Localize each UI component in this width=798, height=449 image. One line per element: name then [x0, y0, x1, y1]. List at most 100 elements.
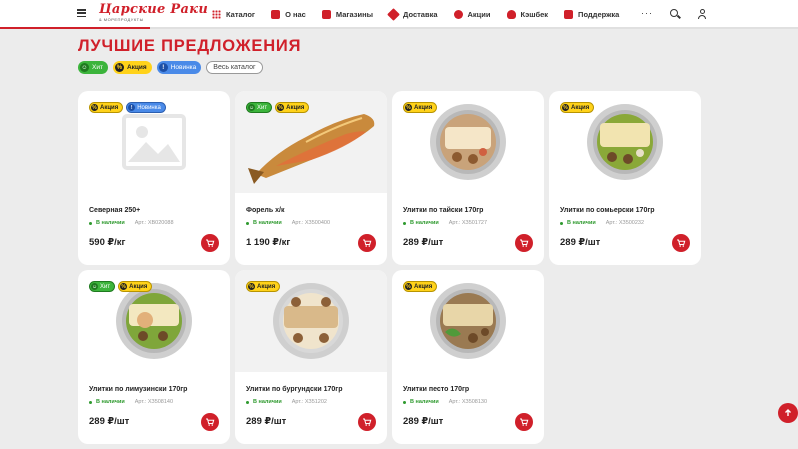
article-number: Арт.: ХЗ500232 — [605, 220, 645, 226]
percent-icon: % — [405, 104, 412, 111]
cart-icon — [520, 239, 529, 247]
article-number: Арт.: ХЗ51202 — [291, 399, 327, 405]
cart-icon — [677, 239, 686, 247]
nav-label: Акции — [467, 9, 491, 19]
filter-promo[interactable]: % Акция — [112, 61, 152, 74]
add-to-cart-button[interactable] — [358, 234, 376, 252]
scroll-to-top-button[interactable] — [778, 403, 798, 423]
product-badges: ☺ Хит % Акция — [246, 102, 312, 113]
nav-item-support[interactable]: Поддержка — [564, 9, 619, 19]
product-price: 289 ₽/шт — [403, 237, 444, 248]
stock-status: В наличии Арт.: ХЗ500232 — [560, 220, 644, 226]
cart-icon — [363, 239, 372, 247]
new-icon: ! — [158, 63, 168, 72]
nav-item-promo[interactable]: Акции — [453, 9, 491, 19]
badge-hit: ☺ Хит — [246, 102, 273, 113]
product-name[interactable]: Улитки песто 170гр — [403, 386, 469, 393]
product-card[interactable]: % Акция Улитки по тайски 170гр В наличии А… — [392, 91, 544, 265]
about-icon — [271, 9, 281, 19]
article-number: Арт.: ХЗ508140 — [134, 399, 174, 405]
hit-icon: ☺ — [91, 283, 98, 290]
filter-hit[interactable]: ☺ Хит — [78, 61, 108, 74]
cart-icon — [520, 418, 529, 426]
product-card[interactable]: ☺ Хит % Акция Улитки по лимузински 170гр В… — [78, 270, 230, 444]
product-card[interactable]: % Акция Улитки песто 170гр В наличии Арт.:… — [392, 270, 544, 444]
product-name[interactable]: Улитки по бургундски 170гр — [246, 386, 343, 393]
stock-label: В наличии — [96, 220, 125, 226]
product-name[interactable]: Форель х/к — [246, 207, 284, 214]
article-number: Арт.: ХЗ501727 — [448, 220, 488, 226]
delivery-icon — [387, 7, 400, 21]
product-card[interactable]: % Акция ! Новинка Северная 250+ В наличии А… — [78, 91, 230, 265]
product-price: 1 190 ₽/кг — [246, 237, 291, 248]
nav-item-about[interactable]: О нас — [271, 9, 306, 19]
nav-item-stores[interactable]: Магазины — [321, 9, 374, 19]
hit-icon: ☺ — [80, 63, 89, 72]
product-card[interactable]: % Акция Улитки по бургундски 170гр В нали… — [235, 270, 387, 444]
badge-promo: % Акция — [403, 281, 438, 292]
badge-promo: % Акция — [246, 281, 281, 292]
product-price: 289 ₽/шт — [246, 416, 287, 427]
percent-icon: % — [91, 104, 98, 111]
percent-icon: % — [248, 283, 255, 290]
badge-label: Хит — [100, 283, 111, 290]
badge-label: Акция — [100, 104, 119, 111]
chip-label: Хит — [92, 64, 103, 71]
add-to-cart-button[interactable] — [358, 413, 376, 431]
filter-new[interactable]: ! Новинка — [156, 61, 202, 74]
arrow-up-icon — [785, 409, 791, 416]
add-to-cart-button[interactable] — [515, 413, 533, 431]
badge-promo: % Акция — [89, 102, 124, 113]
badge-promo: % Акция — [118, 281, 153, 292]
product-badges: % Акция — [246, 281, 283, 292]
badge-promo: % Акция — [275, 102, 310, 113]
product-name[interactable]: Северная 250+ — [89, 207, 140, 214]
stock-status: В наличии Арт.: ХЗ508140 — [89, 399, 173, 405]
cart-icon — [206, 239, 215, 247]
product-badges: % Акция — [403, 102, 440, 113]
nav-item-catalog[interactable]: Каталог — [212, 9, 256, 19]
nav-label: Магазины — [335, 9, 374, 19]
badge-label: Новинка — [137, 104, 161, 111]
product-card[interactable]: % Акция Улитки по сомьерски 170гр В налич… — [549, 91, 701, 265]
article-number: Арт.: ХЗ500400 — [291, 220, 331, 226]
logo-text: Царские Раки — [99, 2, 209, 17]
stock-status: В наличии Арт.: ХВ020088 — [89, 220, 174, 226]
menu-icon[interactable] — [77, 9, 86, 17]
search-icon[interactable] — [670, 9, 678, 17]
add-to-cart-button[interactable] — [201, 413, 219, 431]
stock-status: В наличии Арт.: ХЗ501727 — [403, 220, 487, 226]
badge-new: ! Новинка — [126, 102, 166, 113]
add-to-cart-button[interactable] — [672, 234, 690, 252]
product-price: 590 ₽/кг — [89, 237, 126, 248]
stock-label: В наличии — [96, 399, 125, 405]
more-menu-button[interactable]: ··· — [641, 8, 653, 18]
badge-promo: % Акция — [560, 102, 595, 113]
cart-icon — [363, 418, 372, 426]
user-icon[interactable] — [697, 9, 707, 19]
header-accent-line — [0, 27, 150, 29]
site-logo[interactable]: Царские Раки & МОРЕПРОДУКТЫ — [99, 2, 209, 23]
nav-item-cashback[interactable]: Кэшбек — [506, 9, 549, 19]
product-card[interactable]: ☺ Хит % Акция Форель х/к В наличии Арт.: ХЗ… — [235, 91, 387, 265]
stock-status: В наличии Арт.: ХЗ51202 — [246, 399, 327, 405]
product-name[interactable]: Улитки по лимузински 170гр — [89, 386, 187, 393]
nav-label: Кэшбек — [520, 9, 549, 19]
add-to-cart-button[interactable] — [515, 234, 533, 252]
all-catalog-button[interactable]: Весь каталог — [206, 61, 263, 74]
badge-label: Хит — [257, 104, 268, 111]
product-grid: % Акция ! Новинка Северная 250+ В наличии А… — [78, 91, 703, 444]
nav-label: Каталог — [226, 9, 256, 19]
product-name[interactable]: Улитки по сомьерски 170гр — [560, 207, 655, 214]
nav-label: О нас — [285, 9, 306, 19]
stock-status: В наличии Арт.: ХЗ500400 — [246, 220, 330, 226]
percent-icon: % — [277, 104, 285, 111]
cart-icon — [206, 418, 215, 426]
product-name[interactable]: Улитки по тайски 170гр — [403, 207, 483, 214]
badge-label: Акция — [129, 283, 148, 290]
add-to-cart-button[interactable] — [201, 234, 219, 252]
product-badges: % Акция ! Новинка — [89, 102, 169, 113]
nav-item-delivery[interactable]: Доставка — [387, 7, 438, 21]
chip-label: Новинка — [170, 64, 197, 71]
stock-label: В наличии — [410, 399, 439, 405]
